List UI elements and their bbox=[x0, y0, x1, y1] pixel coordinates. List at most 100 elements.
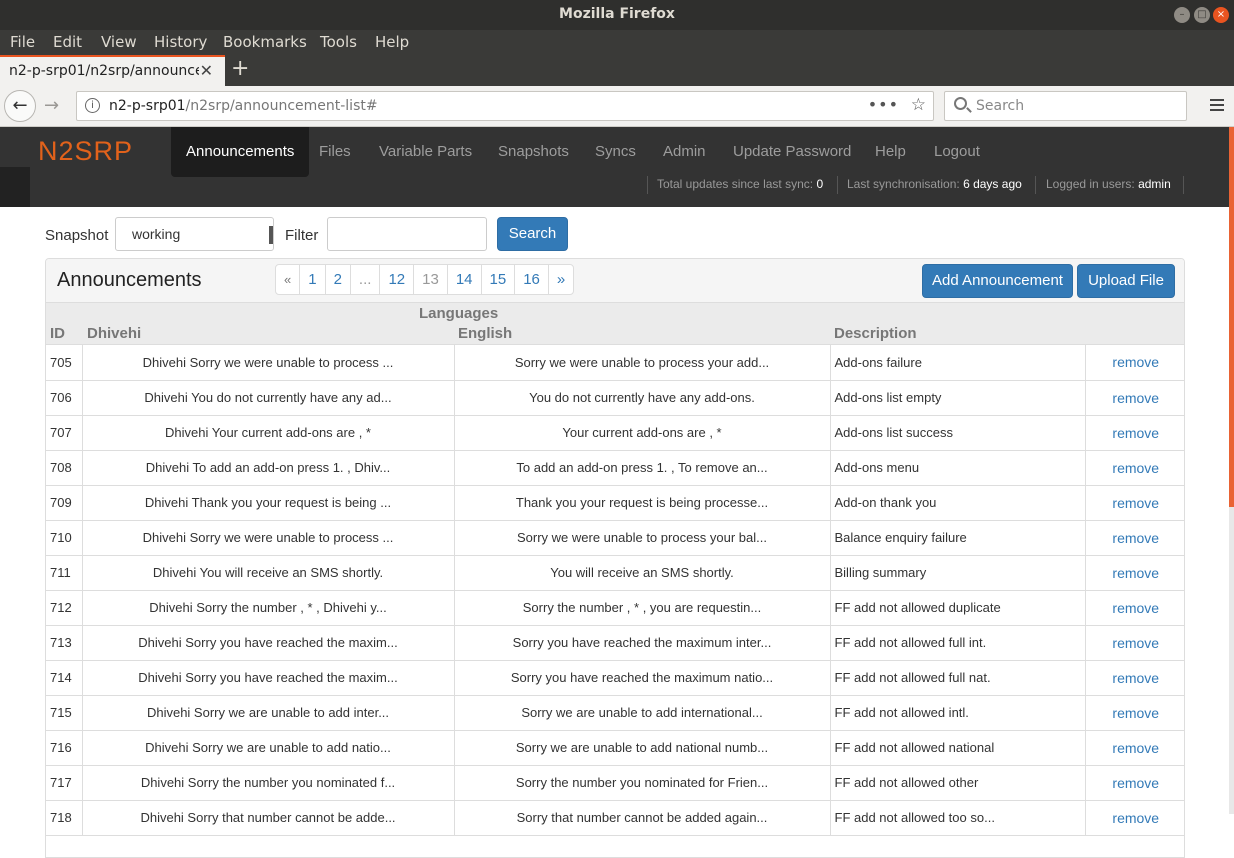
upload-file-button[interactable]: Upload File bbox=[1077, 264, 1175, 298]
row-dhivehi[interactable]: Dhivehi Sorry the number , * , Dhivehi y… bbox=[82, 590, 455, 626]
row-dhivehi[interactable]: Dhivehi Sorry we are unable to add natio… bbox=[82, 730, 455, 766]
remove-link[interactable]: remove bbox=[1112, 565, 1159, 581]
row-id: 709 bbox=[46, 485, 83, 521]
browser-search-bar[interactable]: Search bbox=[944, 91, 1187, 121]
tab-close-icon[interactable]: ✕ bbox=[200, 61, 213, 80]
back-arrow-icon[interactable]: ← bbox=[4, 90, 36, 122]
row-dhivehi[interactable]: Dhivehi You will receive an SMS shortly. bbox=[82, 555, 455, 591]
row-dhivehi[interactable]: Dhivehi Sorry you have reached the maxim… bbox=[82, 660, 455, 696]
row-dhivehi[interactable]: Dhivehi To add an add-on press 1. , Dhiv… bbox=[82, 450, 455, 486]
row-id: 705 bbox=[46, 345, 83, 381]
row-dhivehi[interactable]: Dhivehi Your current add-ons are , * bbox=[82, 415, 455, 451]
remove-link[interactable]: remove bbox=[1112, 810, 1159, 826]
row-english[interactable]: To add an add-on press 1. , To remove an… bbox=[454, 450, 831, 486]
new-tab-icon[interactable]: + bbox=[231, 56, 249, 81]
remove-link[interactable]: remove bbox=[1112, 425, 1159, 441]
col-id-header[interactable]: ID bbox=[50, 325, 65, 342]
page-next[interactable]: » bbox=[547, 265, 573, 294]
forward-arrow-icon[interactable]: → bbox=[44, 95, 59, 116]
menu-history[interactable]: History bbox=[154, 33, 207, 51]
page-2[interactable]: 2 bbox=[324, 265, 350, 294]
snapshot-select[interactable]: working bbox=[115, 217, 274, 251]
search-button[interactable]: Search bbox=[497, 217, 568, 251]
row-dhivehi[interactable]: Dhivehi Sorry we are unable to add inter… bbox=[82, 695, 455, 731]
remove-link[interactable]: remove bbox=[1112, 460, 1159, 476]
row-dhivehi[interactable]: Dhivehi Sorry that number cannot be adde… bbox=[82, 800, 455, 836]
remove-link[interactable]: remove bbox=[1112, 635, 1159, 651]
brand-logo[interactable]: N2SRP bbox=[38, 136, 133, 167]
row-dhivehi[interactable]: Dhivehi Thank you your request is being … bbox=[82, 485, 455, 521]
page-prev[interactable]: « bbox=[276, 265, 299, 294]
browser-tab[interactable]: n2-p-srp01/n2srp/announcement-list# ✕ bbox=[0, 55, 225, 86]
remove-link[interactable]: remove bbox=[1112, 670, 1159, 686]
hamburger-menu-icon[interactable] bbox=[1210, 99, 1224, 111]
menu-bookmarks[interactable]: Bookmarks bbox=[223, 33, 307, 51]
menu-help[interactable]: Help bbox=[375, 33, 409, 51]
scrollbar-thumb[interactable] bbox=[1229, 127, 1234, 507]
page-15[interactable]: 15 bbox=[480, 265, 515, 294]
window-titlebar: Mozilla Firefox – □ × bbox=[0, 0, 1234, 30]
row-english[interactable]: You do not currently have any add-ons. bbox=[454, 380, 831, 416]
page-16[interactable]: 16 bbox=[514, 265, 548, 294]
menu-tools[interactable]: Tools bbox=[320, 33, 357, 51]
row-english[interactable]: Thank you your request is being processe… bbox=[454, 485, 831, 521]
page-actions-icon[interactable]: ••• bbox=[868, 95, 899, 114]
page-12[interactable]: 12 bbox=[379, 265, 413, 294]
row-english[interactable]: Sorry the number you nominated for Frien… bbox=[454, 765, 831, 801]
row-dhivehi[interactable]: Dhivehi Sorry we were unable to process … bbox=[82, 345, 455, 381]
menu-edit[interactable]: Edit bbox=[53, 33, 82, 51]
close-window-icon[interactable]: × bbox=[1213, 7, 1229, 23]
nav-update-password[interactable]: Update Password bbox=[718, 127, 866, 176]
nav-announcements[interactable]: Announcements bbox=[171, 127, 310, 177]
remove-link[interactable]: remove bbox=[1112, 530, 1159, 546]
minimize-icon[interactable]: – bbox=[1174, 7, 1190, 23]
row-dhivehi[interactable]: Dhivehi You do not currently have any ad… bbox=[82, 380, 455, 416]
row-id: 707 bbox=[46, 415, 83, 451]
remove-link[interactable]: remove bbox=[1112, 354, 1159, 370]
url-bar[interactable]: i n2-p-srp01/n2srp/announcement-list# ••… bbox=[76, 91, 934, 121]
remove-link[interactable]: remove bbox=[1112, 740, 1159, 756]
page-1[interactable]: 1 bbox=[299, 265, 324, 294]
nav-admin[interactable]: Admin bbox=[648, 127, 721, 176]
table-header: Languages ID Dhivehi English Description bbox=[46, 303, 1184, 345]
url-text[interactable]: n2-p-srp01/n2srp/announcement-list# bbox=[109, 98, 378, 114]
col-dhivehi-header[interactable]: Dhivehi bbox=[87, 325, 141, 342]
menu-view[interactable]: View bbox=[101, 33, 137, 51]
row-english[interactable]: Sorry we were unable to process your bal… bbox=[454, 520, 831, 556]
site-info-icon[interactable]: i bbox=[85, 98, 100, 113]
row-english[interactable]: Sorry you have reached the maximum inter… bbox=[454, 625, 831, 661]
col-english-header[interactable]: English bbox=[458, 325, 512, 342]
row-dhivehi[interactable]: Dhivehi Sorry you have reached the maxim… bbox=[82, 625, 455, 661]
page-14[interactable]: 14 bbox=[446, 265, 481, 294]
row-description: FF add not allowed duplicate bbox=[830, 590, 1086, 626]
row-english[interactable]: Sorry we were unable to process your add… bbox=[454, 345, 831, 381]
row-english[interactable]: Sorry we are unable to add international… bbox=[454, 695, 831, 731]
row-dhivehi[interactable]: Dhivehi Sorry we were unable to process … bbox=[82, 520, 455, 556]
row-english[interactable]: You will receive an SMS shortly. bbox=[454, 555, 831, 591]
remove-link[interactable]: remove bbox=[1112, 705, 1159, 721]
languages-group-header: Languages bbox=[419, 305, 499, 322]
row-english[interactable]: Sorry the number , * , you are requestin… bbox=[454, 590, 831, 626]
nav-syncs[interactable]: Syncs bbox=[580, 127, 651, 176]
remove-link[interactable]: remove bbox=[1112, 600, 1159, 616]
filter-input[interactable] bbox=[327, 217, 487, 251]
row-english[interactable]: Sorry we are unable to add national numb… bbox=[454, 730, 831, 766]
nav-files[interactable]: Files bbox=[304, 127, 366, 176]
nav-logout[interactable]: Logout bbox=[919, 127, 995, 176]
maximize-icon[interactable]: □ bbox=[1194, 7, 1210, 23]
remove-link[interactable]: remove bbox=[1112, 775, 1159, 791]
row-dhivehi[interactable]: Dhivehi Sorry the number you nominated f… bbox=[82, 765, 455, 801]
col-description-header[interactable]: Description bbox=[834, 325, 917, 342]
row-english[interactable]: Sorry you have reached the maximum natio… bbox=[454, 660, 831, 696]
row-english[interactable]: Your current add-ons are , * bbox=[454, 415, 831, 451]
remove-link[interactable]: remove bbox=[1112, 390, 1159, 406]
nav-help[interactable]: Help bbox=[860, 127, 921, 176]
page-scrollbar[interactable] bbox=[1229, 127, 1234, 814]
bookmark-star-icon[interactable]: ☆ bbox=[911, 95, 926, 115]
nav-snapshots[interactable]: Snapshots bbox=[483, 127, 584, 176]
nav-variable-parts[interactable]: Variable Parts bbox=[364, 127, 487, 176]
menu-file[interactable]: File bbox=[10, 33, 35, 51]
add-announcement-button[interactable]: Add Announcement bbox=[922, 264, 1073, 298]
row-english[interactable]: Sorry that number cannot be added again.… bbox=[454, 800, 831, 836]
remove-link[interactable]: remove bbox=[1112, 495, 1159, 511]
